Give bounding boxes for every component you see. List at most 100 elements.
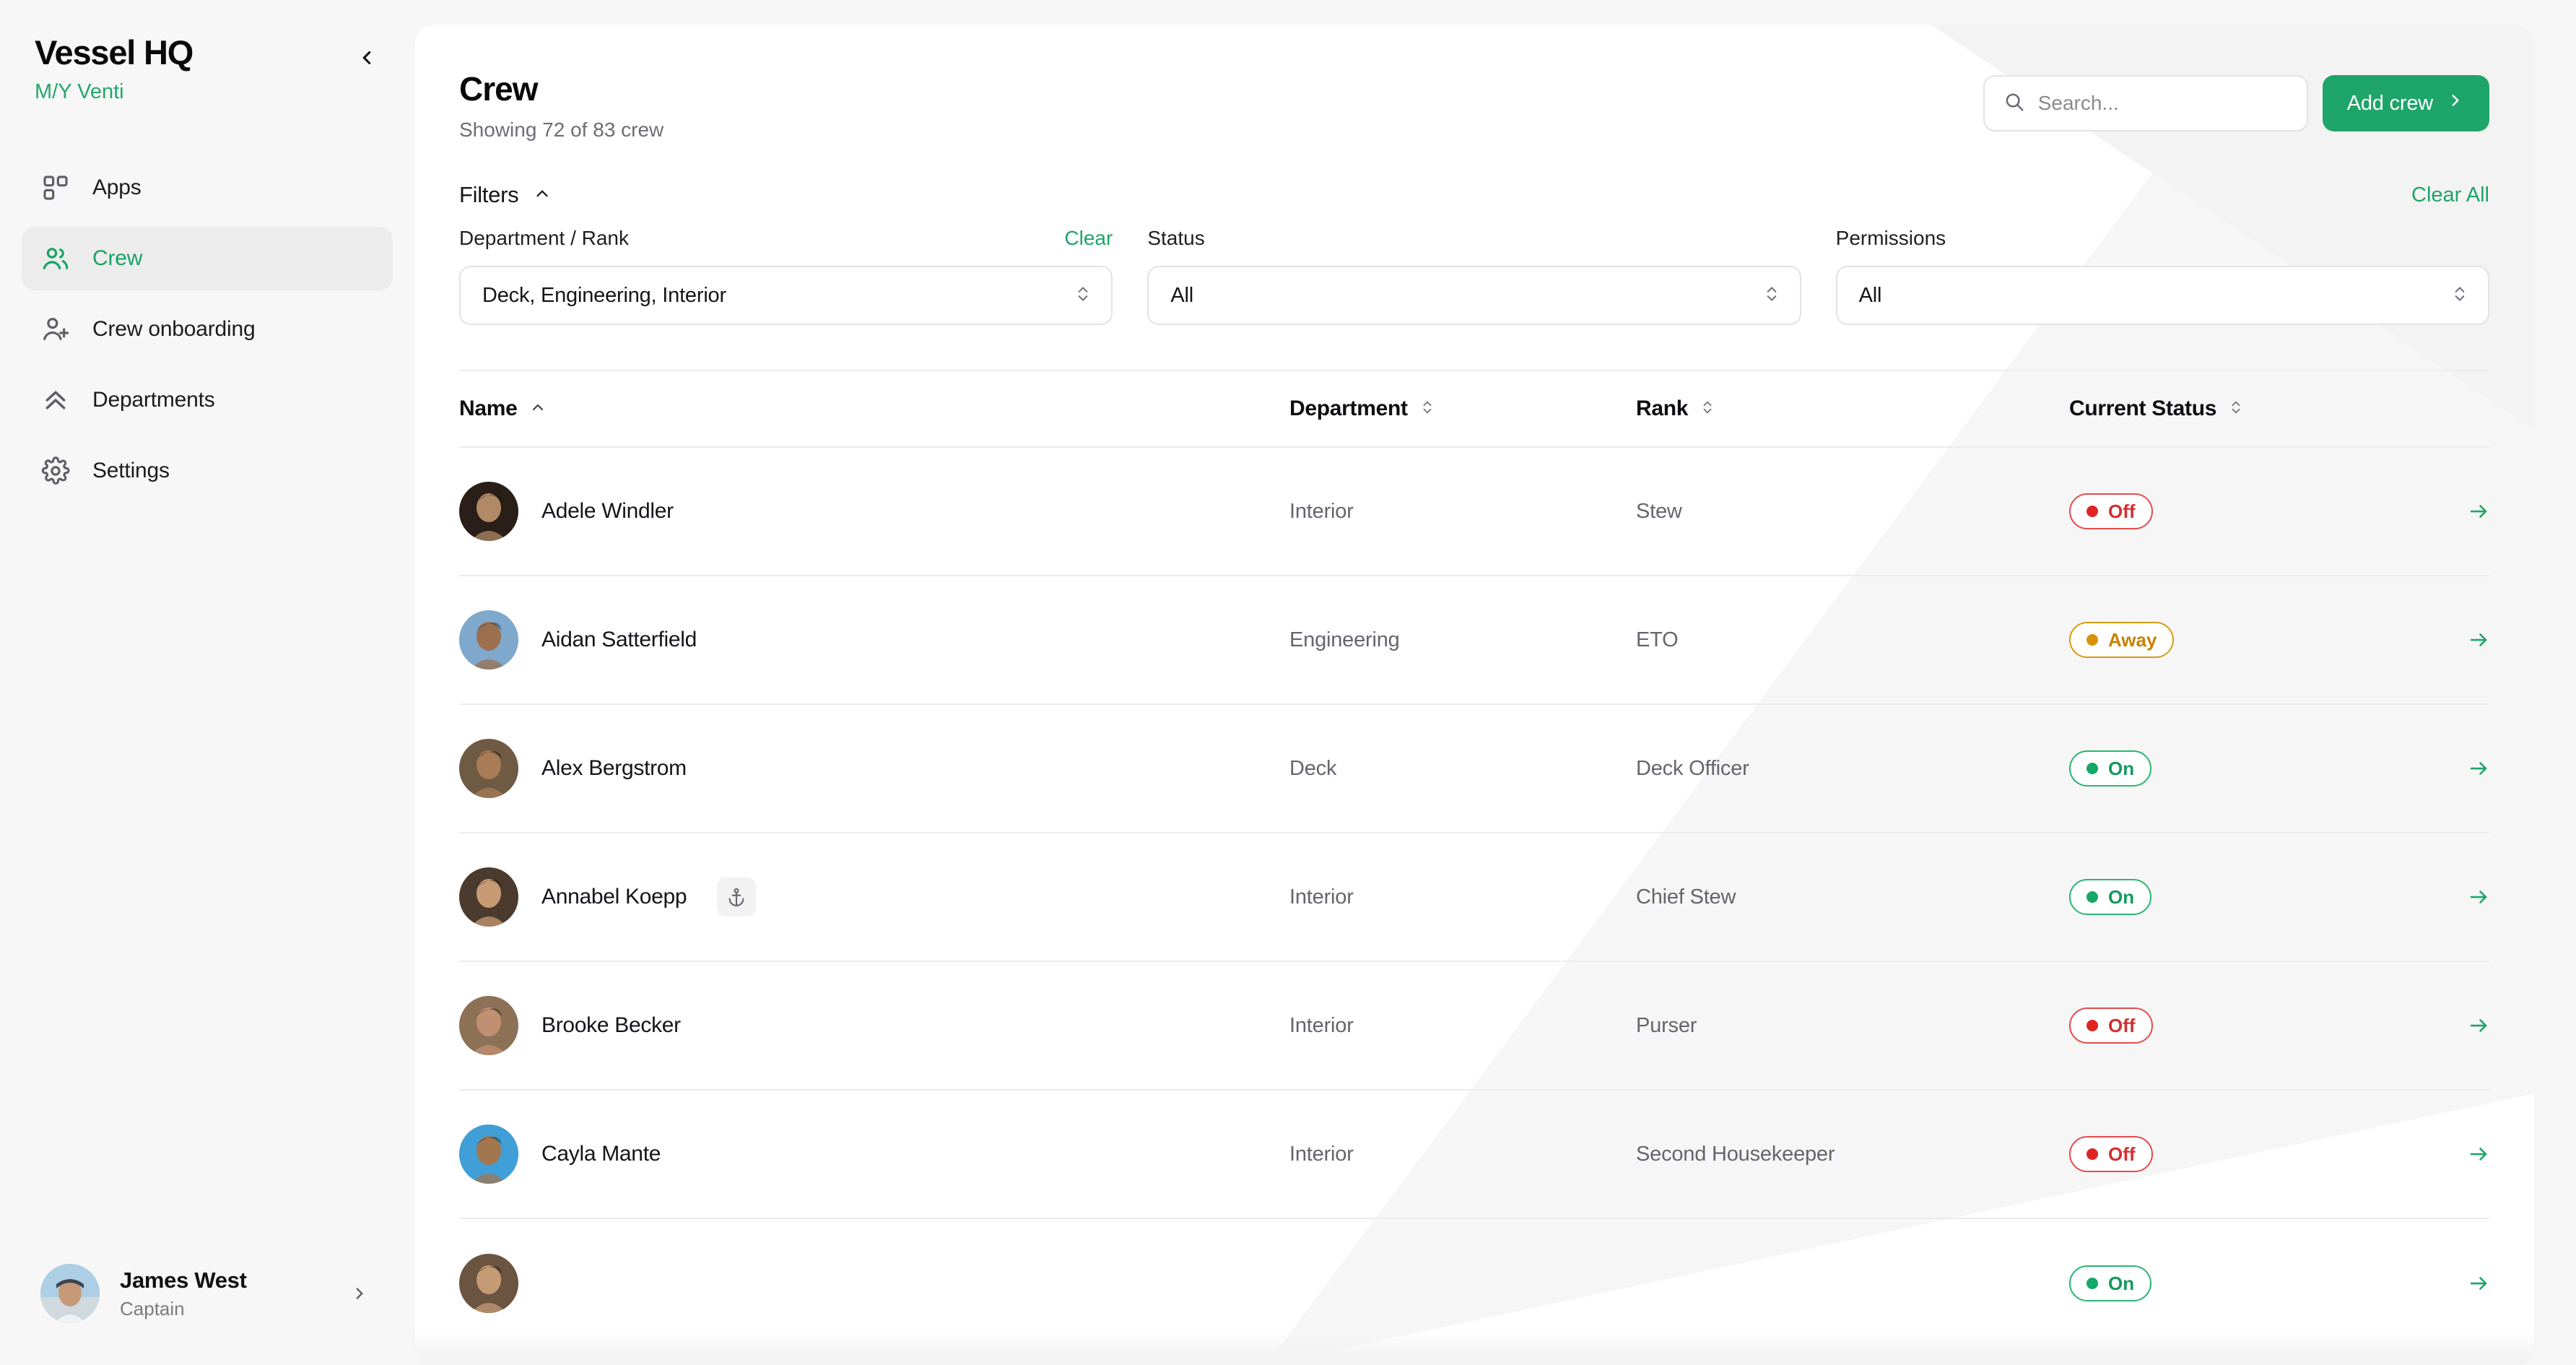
- crew-department: Interior: [1289, 499, 1354, 523]
- filters-row: Department / Rank Clear Deck, Engineerin…: [414, 208, 2534, 325]
- chevron-updown-icon: [2450, 283, 2469, 308]
- status-label: Away: [2108, 628, 2157, 651]
- crew-name: Brooke Becker: [541, 1013, 681, 1037]
- user-name: James West: [120, 1267, 247, 1293]
- chevron-updown-icon: [1700, 397, 1715, 421]
- filter-clear-button[interactable]: Clear: [1064, 227, 1113, 250]
- status-badge: On: [2069, 750, 2152, 786]
- table-row[interactable]: Adele Windler Interior Stew Off: [459, 448, 2489, 576]
- crew-name-cell: Adele Windler: [459, 482, 1289, 541]
- crew-status-cell: On: [2069, 879, 2432, 915]
- table-row[interactable]: Cayla Mante Interior Second Housekeeper Off: [459, 1091, 2489, 1219]
- apps-grid-icon: [40, 173, 71, 203]
- sidebar-user-card[interactable]: James West Captain: [22, 1254, 393, 1333]
- chevron-updown-icon: [1762, 283, 1781, 308]
- select-value: Deck, Engineering, Interior: [482, 283, 726, 307]
- crew-rank: Chief Stew: [1636, 885, 1736, 909]
- search-input[interactable]: [2037, 92, 2288, 115]
- filter-head: Department / Rank Clear: [459, 227, 1113, 256]
- column-header-current-status[interactable]: Current Status: [2069, 396, 2432, 421]
- crew-name-cell: Cayla Mante: [459, 1124, 1289, 1184]
- avatar: [459, 1254, 518, 1313]
- filters-toggle[interactable]: Filters: [459, 182, 552, 208]
- main-content: Crew Showing 72 of 83 crew Add crew: [414, 0, 2576, 1365]
- sidebar-item-apps[interactable]: Apps: [22, 156, 393, 220]
- crew-name: Alex Bergstrom: [541, 756, 687, 780]
- sidebar-item-crew[interactable]: Crew: [22, 227, 393, 291]
- crew-rank: Stew: [1636, 499, 1682, 523]
- select-value: All: [1858, 283, 1882, 307]
- sidebar-item-departments[interactable]: Departments: [22, 368, 393, 432]
- column-label: Name: [459, 396, 518, 420]
- chevron-updown-icon: [2228, 397, 2244, 421]
- crew-name: Adele Windler: [541, 499, 674, 523]
- page-subtitle: Showing 72 of 83 crew: [459, 118, 664, 141]
- sidebar-item-settings[interactable]: Settings: [22, 439, 393, 503]
- status-badge: Off: [2069, 493, 2153, 529]
- status-badge: Off: [2069, 1008, 2153, 1044]
- filter-head: Permissions: [1836, 227, 2489, 256]
- search-box[interactable]: [1983, 75, 2308, 131]
- crew-department: Interior: [1289, 885, 1354, 909]
- sidebar-item-label: Crew: [92, 246, 143, 271]
- table-row[interactable]: Brooke Becker Interior Purser Off: [459, 962, 2489, 1091]
- users-icon: [40, 243, 71, 274]
- status-label: Off: [2108, 500, 2136, 522]
- column-header-rank[interactable]: Rank: [1636, 396, 2069, 421]
- filter-department-rank: Department / Rank Clear Deck, Engineerin…: [459, 227, 1113, 325]
- app-root: Vessel HQ M/Y Venti Apps Crew Crew onboa…: [0, 0, 2576, 1365]
- row-open-button[interactable]: [2432, 1143, 2489, 1165]
- clear-all-button[interactable]: Clear All: [2411, 183, 2489, 207]
- table-row[interactable]: Aidan Satterfield Engineering ETO Away: [459, 576, 2489, 705]
- row-open-button[interactable]: [2432, 500, 2489, 522]
- chevron-updown-icon: [1419, 397, 1435, 421]
- row-open-button[interactable]: [2432, 1273, 2489, 1294]
- crew-name-cell: Annabel Koepp: [459, 867, 1289, 927]
- table-body: Adele Windler Interior Stew Off Aidan Satter…: [459, 448, 2489, 1348]
- filter-head: Status: [1147, 227, 1801, 256]
- permissions-select[interactable]: All: [1835, 266, 2489, 325]
- sidebar-item-crew-onboarding[interactable]: Crew onboarding: [22, 298, 393, 361]
- sidebar-nav: Apps Crew Crew onboarding Departments Se…: [0, 156, 414, 503]
- filter-permissions: Permissions All: [1835, 227, 2489, 325]
- row-open-button[interactable]: [2432, 629, 2489, 651]
- brand-title: Vessel HQ: [35, 33, 193, 72]
- add-crew-button[interactable]: Add crew: [2322, 75, 2489, 131]
- crew-status-cell: On: [2069, 1265, 2432, 1301]
- status-label: On: [2108, 885, 2135, 908]
- filter-label: Permissions: [1835, 227, 1946, 249]
- status-dot-icon: [2087, 763, 2098, 774]
- row-open-button[interactable]: [2432, 1015, 2489, 1036]
- table-row[interactable]: Alex Bergstrom Deck Deck Officer On: [459, 705, 2489, 833]
- column-label: Department: [1289, 396, 1408, 420]
- row-open-button[interactable]: [2432, 886, 2489, 908]
- status-dot-icon: [2087, 1020, 2098, 1031]
- table-row[interactable]: Annabel Koepp Interior Chief Stew On: [459, 833, 2489, 962]
- crew-status-cell: Off: [2069, 1136, 2432, 1172]
- avatar: [459, 482, 518, 541]
- status-select[interactable]: All: [1147, 266, 1801, 325]
- avatar: [459, 867, 518, 927]
- anchor-icon[interactable]: [717, 878, 757, 916]
- column-header-department[interactable]: Department: [1289, 396, 1636, 421]
- crew-rank: Deck Officer: [1636, 756, 1749, 780]
- filter-label: Department / Rank: [459, 227, 629, 249]
- avatar: [459, 1124, 518, 1184]
- column-header-name[interactable]: Name: [459, 396, 1289, 421]
- crew-status-cell: Off: [2069, 1008, 2432, 1044]
- table-row[interactable]: On: [459, 1219, 2489, 1348]
- chevron-up-icon: [529, 399, 547, 420]
- department-rank-select[interactable]: Deck, Engineering, Interior: [459, 266, 1113, 325]
- crew-status-cell: Off: [2069, 493, 2432, 529]
- sidebar-collapse-button[interactable]: [348, 39, 386, 77]
- row-open-button[interactable]: [2432, 758, 2489, 779]
- crew-name: Cayla Mante: [541, 1142, 661, 1166]
- status-dot-icon: [2087, 506, 2098, 517]
- status-label: Off: [2108, 1143, 2136, 1165]
- status-dot-icon: [2087, 891, 2098, 903]
- add-crew-label: Add crew: [2346, 91, 2433, 115]
- crew-name: Aidan Satterfield: [541, 628, 697, 651]
- chevron-up-icon: [533, 184, 552, 207]
- sidebar-item-label: Departments: [92, 388, 215, 412]
- filters-label: Filters: [459, 182, 519, 207]
